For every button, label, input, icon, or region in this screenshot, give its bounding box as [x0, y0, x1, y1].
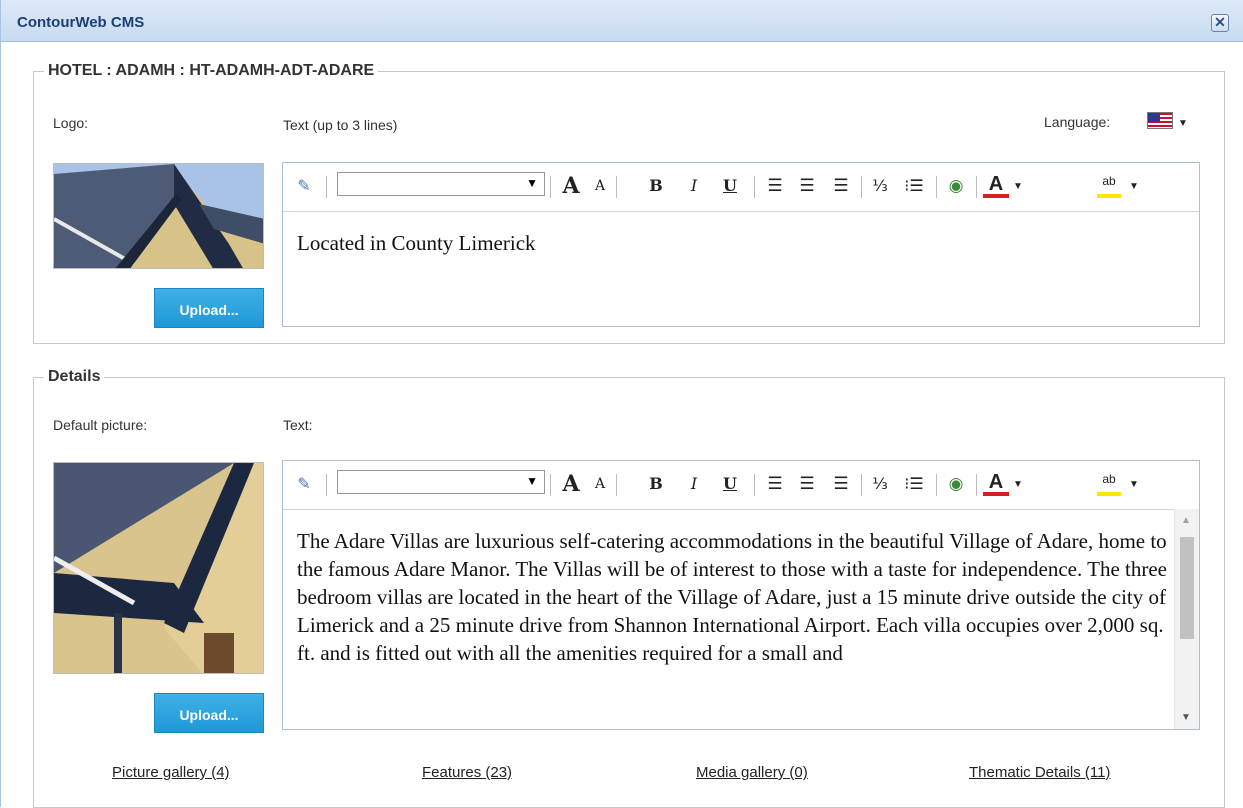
align-left-icon[interactable]: ☰	[763, 470, 787, 498]
toolbar-separator	[936, 474, 937, 496]
insert-link-icon[interactable]: ◉	[943, 172, 969, 200]
underline-button[interactable]: U	[719, 172, 741, 200]
toolbar-separator	[754, 176, 755, 198]
scrollbar-thumb[interactable]	[1180, 537, 1194, 639]
media-gallery-link[interactable]: Media gallery (0)	[696, 764, 808, 781]
features-link[interactable]: Features (23)	[422, 764, 512, 781]
grow-font-button[interactable]: A	[558, 172, 584, 200]
chevron-down-icon: ▼	[526, 176, 538, 190]
toolbar-separator	[326, 176, 327, 198]
details-editor-toolbar: ✎ ▼ A A B I U ☰ ☰ ☰ ⅓ ⁝☰ ◉ A ▼ ab ▼	[283, 461, 1199, 510]
highlight-button[interactable]: ab	[1097, 470, 1121, 496]
default-picture-image	[53, 462, 264, 674]
edit-source-icon[interactable]: ✎	[291, 172, 317, 200]
toolbar-separator	[936, 176, 937, 198]
us-flag-icon[interactable]	[1147, 112, 1173, 129]
insert-link-icon[interactable]: ◉	[943, 470, 969, 498]
toolbar-separator	[550, 474, 551, 496]
toolbar-separator	[861, 474, 862, 496]
logo-upload-button[interactable]: Upload...	[154, 288, 264, 328]
hotel-editor-content[interactable]: Located in County Limerick	[297, 229, 1171, 257]
window-titlebar: ContourWeb CMS ✕	[1, 0, 1243, 42]
align-center-icon[interactable]: ☰	[795, 172, 819, 200]
picture-upload-button[interactable]: Upload...	[154, 693, 264, 733]
language-dropdown-caret-icon[interactable]: ▼	[1178, 118, 1188, 129]
edit-source-icon[interactable]: ✎	[291, 470, 317, 498]
details-editor-content[interactable]: The Adare Villas are luxurious self-cate…	[297, 527, 1171, 723]
scroll-down-arrow-icon[interactable]: ▼	[1181, 712, 1191, 723]
hotel-text-label: Text (up to 3 lines)	[283, 117, 398, 133]
toolbar-separator	[754, 474, 755, 496]
logo-image	[53, 163, 264, 269]
hotel-editor-toolbar: ✎ ▼ A A B I U ☰ ☰ ☰ ⅓ ⁝☰ ◉ A ▼ ab ▼	[283, 163, 1199, 212]
hotel-legend: HOTEL : ADAMH : HT-ADAMH-ADT-ADARE	[48, 62, 375, 79]
hotel-text-editor[interactable]: ✎ ▼ A A B I U ☰ ☰ ☰ ⅓ ⁝☰ ◉ A ▼ ab ▼ Loca…	[282, 162, 1200, 327]
toolbar-separator	[550, 176, 551, 198]
grow-font-button[interactable]: A	[558, 470, 584, 498]
toolbar-separator	[326, 474, 327, 496]
details-editor-scrollbar[interactable]: ▲ ▼	[1174, 509, 1199, 729]
bulleted-list-icon[interactable]: ⁝☰	[901, 470, 927, 498]
highlight-caret-icon[interactable]: ▼	[1129, 181, 1139, 192]
picture-gallery-link[interactable]: Picture gallery (4)	[112, 764, 230, 781]
font-color-button[interactable]: A	[983, 172, 1009, 198]
align-left-icon[interactable]: ☰	[763, 172, 787, 200]
font-color-caret-icon[interactable]: ▼	[1013, 479, 1023, 490]
italic-button[interactable]: I	[683, 470, 705, 498]
details-text-label: Text:	[283, 417, 313, 433]
toolbar-separator	[861, 176, 862, 198]
toolbar-separator	[976, 474, 977, 496]
logo-label: Logo:	[53, 115, 89, 131]
highlight-button[interactable]: ab	[1097, 172, 1121, 198]
numbered-list-icon[interactable]: ⅓	[867, 470, 893, 498]
font-color-caret-icon[interactable]: ▼	[1013, 181, 1023, 192]
shrink-font-button[interactable]: A	[589, 172, 611, 200]
close-button[interactable]: ✕	[1211, 14, 1229, 32]
chevron-down-icon: ▼	[526, 474, 538, 488]
bold-button[interactable]: B	[645, 470, 667, 498]
window-title: ContourWeb CMS	[17, 14, 145, 31]
toolbar-separator	[616, 474, 617, 496]
bold-button[interactable]: B	[645, 172, 667, 200]
align-right-icon[interactable]: ☰	[829, 470, 853, 498]
toolbar-separator	[616, 176, 617, 198]
align-right-icon[interactable]: ☰	[829, 172, 853, 200]
numbered-list-icon[interactable]: ⅓	[867, 172, 893, 200]
font-color-button[interactable]: A	[983, 470, 1009, 496]
cms-window: ContourWeb CMS ✕ HOTEL : ADAMH : HT-ADAM…	[0, 0, 1243, 808]
details-text-editor[interactable]: ✎ ▼ A A B I U ☰ ☰ ☰ ⅓ ⁝☰ ◉ A ▼ ab ▼ The …	[282, 460, 1200, 730]
highlight-caret-icon[interactable]: ▼	[1129, 479, 1139, 490]
bulleted-list-icon[interactable]: ⁝☰	[901, 172, 927, 200]
align-center-icon[interactable]: ☰	[795, 470, 819, 498]
thematic-details-link[interactable]: Thematic Details (11)	[969, 764, 1110, 781]
details-legend: Details	[48, 368, 101, 385]
font-size-select[interactable]: ▼	[337, 172, 545, 196]
language-label: Language:	[1044, 114, 1111, 130]
underline-button[interactable]: U	[719, 470, 741, 498]
toolbar-separator	[976, 176, 977, 198]
italic-button[interactable]: I	[683, 172, 705, 200]
default-picture-label: Default picture:	[53, 417, 148, 433]
font-size-select[interactable]: ▼	[337, 470, 545, 494]
scroll-up-arrow-icon[interactable]: ▲	[1181, 515, 1191, 526]
shrink-font-button[interactable]: A	[589, 470, 611, 498]
